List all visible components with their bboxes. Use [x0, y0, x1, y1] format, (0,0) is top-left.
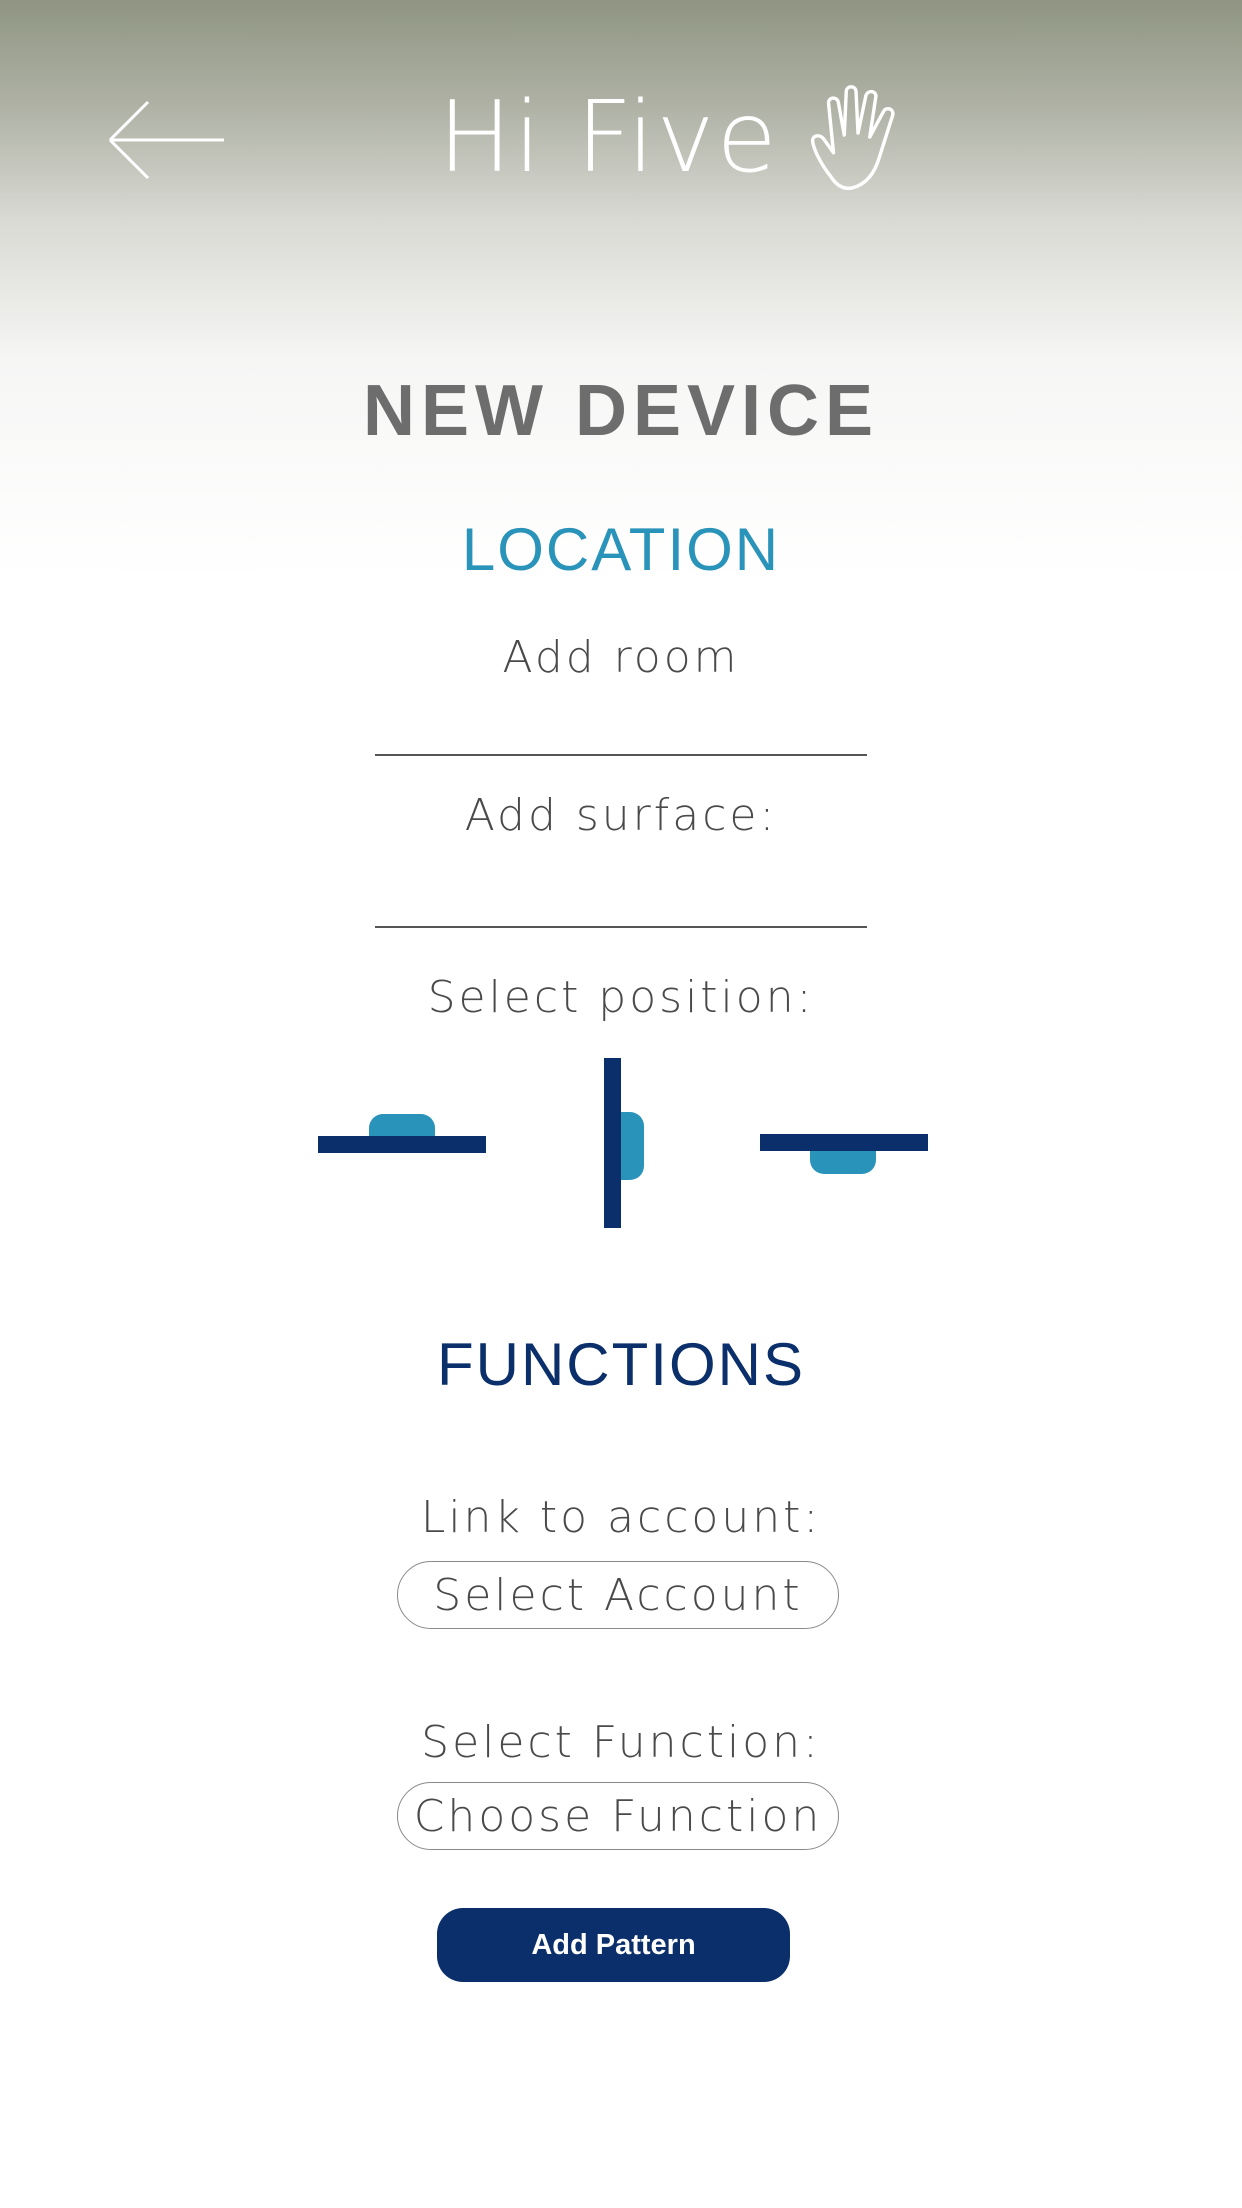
app-name: Hi Five [438, 81, 779, 195]
function-select[interactable]: Choose Function [397, 1782, 839, 1850]
back-button[interactable] [108, 100, 226, 180]
account-select[interactable]: Select Account [397, 1561, 839, 1629]
hand-icon [810, 85, 895, 191]
room-input[interactable] [375, 754, 867, 756]
link-account-label: Link to account: [420, 1492, 822, 1543]
position-side-option[interactable] [604, 1058, 644, 1228]
add-room-label: Add room [502, 632, 740, 683]
position-options [0, 1058, 1242, 1228]
surface-input[interactable] [375, 926, 867, 928]
add-surface-label: Add surface: [464, 790, 778, 841]
surface-shape [760, 1134, 928, 1151]
select-position-label: Select position: [427, 972, 815, 1023]
surface-shape [604, 1058, 621, 1228]
select-function-label: Select Function: [421, 1717, 821, 1768]
arrow-left-icon [108, 100, 224, 180]
location-heading: LOCATION [461, 516, 781, 583]
position-bottom-option[interactable] [760, 1134, 928, 1194]
surface-shape [318, 1136, 486, 1153]
page-title: NEW DEVICE [362, 371, 880, 451]
position-top-option[interactable] [318, 1114, 486, 1154]
app-title: Hi Five [438, 78, 907, 198]
add-pattern-button[interactable]: Add Pattern [437, 1908, 790, 1982]
functions-heading: FUNCTIONS [437, 1331, 805, 1398]
